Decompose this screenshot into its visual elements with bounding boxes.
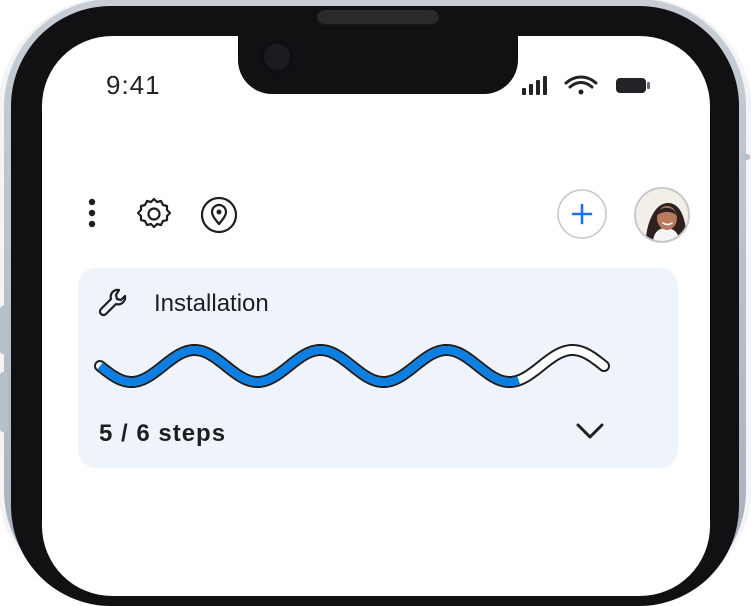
gear-icon[interactable] [136,196,172,232]
more-vertical-icon[interactable] [86,196,98,232]
status-icons [522,75,650,95]
speaker-grill [317,10,439,26]
wrench-icon [98,288,127,317]
side-button-right [742,154,750,160]
location-pin-icon[interactable] [200,196,238,234]
chevron-down-icon[interactable] [574,418,606,444]
progress-wave [94,344,610,388]
card-title: Installation [154,290,269,317]
side-button-left-lower [0,372,8,432]
signal-icon [522,76,547,95]
steps-label: 5 / 6 steps [99,420,227,447]
avatar-image [636,189,688,241]
avatar[interactable] [634,187,690,243]
side-button-left [0,306,8,354]
wifi-icon [564,75,598,95]
add-button[interactable] [556,188,608,240]
status-time: 9:41 [106,70,161,100]
progress-fill [97,346,521,386]
front-camera [260,40,294,74]
battery-icon [616,78,650,93]
